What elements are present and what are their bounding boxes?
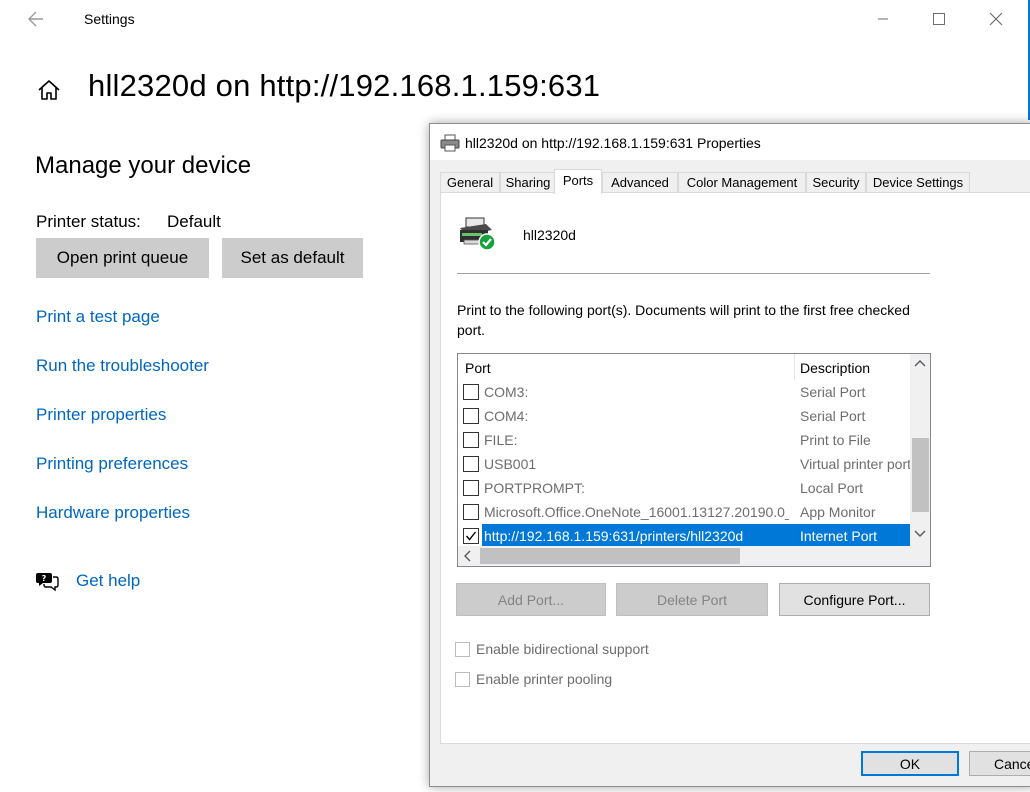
column-divider[interactable] [794, 354, 795, 380]
column-header-port[interactable]: Port [465, 360, 491, 376]
bidirectional-label: Enable bidirectional support [476, 641, 649, 657]
app-title: Settings [84, 11, 135, 27]
back-button[interactable] [22, 8, 48, 30]
configure-port-button[interactable]: Configure Port... [779, 583, 930, 616]
set-as-default-button[interactable]: Set as default [222, 238, 363, 278]
tab-color-management[interactable]: Color Management [678, 172, 806, 193]
checkmark-icon [465, 531, 477, 541]
printing-preferences-link[interactable]: Printing preferences [36, 454, 188, 474]
port-checkbox-checked[interactable] [463, 528, 479, 544]
dialog-title: hll2320d on http://192.168.1.159:631 Pro… [465, 135, 761, 151]
port-name: http://192.168.1.159:631/printers/hll232… [484, 528, 744, 544]
scrollbar-corner [910, 546, 930, 566]
port-row-onenote[interactable]: Microsoft.Office.OneNote_16001.13127.201… [458, 500, 910, 524]
printer-status-value: Default [167, 212, 221, 231]
run-troubleshooter-link[interactable]: Run the troubleshooter [36, 356, 209, 376]
hardware-properties-link[interactable]: Hardware properties [36, 503, 190, 523]
port-row-portprompt[interactable]: PORTPROMPT: Local Port [458, 476, 910, 500]
vertical-scroll-thumb[interactable] [912, 438, 929, 512]
tab-sharing[interactable]: Sharing [500, 172, 556, 193]
cancel-button[interactable]: Cancel [969, 751, 1030, 776]
open-print-queue-button[interactable]: Open print queue [36, 238, 209, 278]
section-title: Manage your device [35, 152, 252, 179]
port-name: Microsoft.Office.OneNote_16001.13127.201… [484, 504, 789, 520]
chevron-up-icon[interactable] [914, 359, 926, 367]
get-help-link[interactable]: Get help [76, 571, 140, 591]
back-arrow-icon [28, 11, 43, 27]
port-row-file[interactable]: FILE: Print to File [458, 428, 910, 452]
port-checkbox[interactable] [463, 456, 479, 472]
port-checkbox[interactable] [463, 408, 479, 424]
help-chat-icon: ? [36, 573, 59, 592]
printer-icon [440, 134, 460, 152]
port-name: USB001 [484, 456, 537, 472]
port-list-header: Port Description [458, 354, 910, 380]
horizontal-scrollbar[interactable] [458, 546, 910, 566]
dialog-title-bar: hll2320d on http://192.168.1.159:631 Pro… [430, 124, 1030, 160]
tab-device-settings[interactable]: Device Settings [866, 172, 970, 193]
column-header-description[interactable]: Description [800, 360, 870, 376]
print-test-page-link[interactable]: Print a test page [36, 307, 160, 327]
port-row-com4[interactable]: COM4: Serial Port [458, 404, 910, 428]
pooling-label: Enable printer pooling [476, 671, 613, 687]
port-row-com3[interactable]: COM3: Serial Port [458, 380, 910, 404]
port-description: App Monitor [800, 504, 876, 520]
tab-strip: General Sharing Ports Advanced Color Man… [440, 169, 1030, 194]
tab-advanced[interactable]: Advanced [602, 172, 678, 193]
port-name: COM3: [484, 384, 529, 400]
port-name: PORTPROMPT: [484, 480, 585, 496]
port-checkbox[interactable] [463, 432, 479, 448]
horizontal-scroll-thumb[interactable] [480, 548, 740, 564]
port-checkbox[interactable] [463, 504, 479, 520]
port-list[interactable]: Port Description COM3: Serial Port COM4:… [457, 353, 931, 567]
minimize-icon [878, 18, 888, 20]
vertical-scrollbar[interactable] [910, 354, 930, 546]
printer-ready-icon [460, 217, 496, 251]
tab-security[interactable]: Security [806, 172, 866, 193]
port-description: Internet Port [800, 528, 878, 544]
port-row-internet-selected[interactable]: http://192.168.1.159:631/printers/hll232… [458, 524, 910, 548]
port-description: Serial Port [800, 408, 866, 424]
tab-ports[interactable]: Ports [554, 169, 602, 194]
ports-instructions: Print to the following port(s). Document… [457, 302, 910, 338]
port-checkbox[interactable] [463, 480, 479, 496]
printer-name: hll2320d [523, 227, 576, 243]
svg-text:?: ? [42, 574, 47, 583]
title-bar: Settings [0, 0, 1030, 38]
port-description: Print to File [800, 432, 871, 448]
ports-tab-panel: hll2320d Print to the following port(s).… [440, 192, 1030, 744]
port-description: Virtual printer port for USB [800, 456, 912, 472]
tab-general[interactable]: General [440, 172, 500, 193]
port-row-usb001[interactable]: USB001 Virtual printer port for USB [458, 452, 912, 476]
pooling-checkbox[interactable] [455, 672, 470, 687]
port-description: Serial Port [800, 384, 866, 400]
minimize-button[interactable] [860, 4, 906, 34]
add-port-button[interactable]: Add Port... [456, 583, 606, 616]
separator [457, 273, 930, 275]
maximize-button[interactable] [916, 4, 962, 34]
bidirectional-checkbox[interactable] [455, 642, 470, 657]
page-title: hll2320d on http://192.168.1.159:631 [88, 68, 601, 103]
ok-button[interactable]: OK [861, 751, 959, 776]
chevron-down-icon[interactable] [914, 530, 926, 538]
port-checkbox[interactable] [463, 384, 479, 400]
printer-properties-link[interactable]: Printer properties [36, 405, 166, 425]
port-name: FILE: [484, 432, 518, 448]
home-icon [38, 80, 60, 100]
printer-properties-dialog: hll2320d on http://192.168.1.159:631 Pro… [429, 123, 1030, 787]
printer-status-label: Printer status: [36, 212, 141, 231]
port-description: Local Port [800, 480, 864, 496]
chevron-left-icon[interactable] [463, 550, 471, 562]
maximize-icon [933, 13, 945, 25]
close-button[interactable] [973, 4, 1019, 34]
port-name: COM4: [484, 408, 529, 424]
close-icon [989, 12, 1003, 26]
delete-port-button[interactable]: Delete Port [616, 583, 768, 616]
